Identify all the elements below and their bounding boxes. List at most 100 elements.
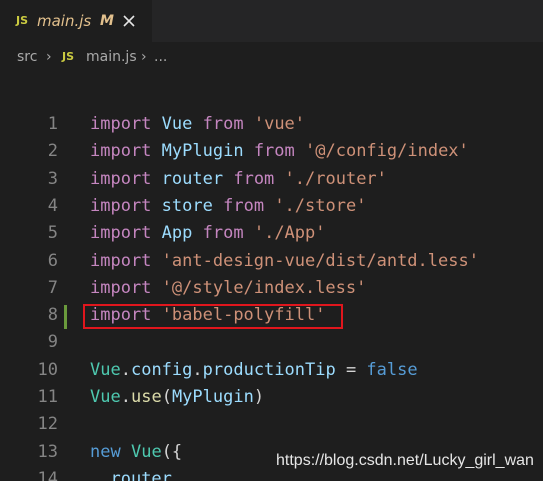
code-token: router [110,468,172,481]
highlight-box [83,304,343,329]
code-token: Vue [90,387,121,407]
line-number: 6 [47,250,58,271]
code-text: Vue.use(MyPlugin) [90,384,264,411]
code-token: MyPlugin [161,141,244,162]
code-token: import [90,114,152,134]
code-token: '@/style/index.less' [161,277,367,298]
code-line[interactable]: 5 import App from './App' [0,220,543,247]
code-line[interactable]: 3 import router from './router' [0,166,543,193]
code-token: false [366,359,418,380]
code-token: productionTip [202,359,336,380]
line-number: 12 [37,414,58,435]
code-editor[interactable]: 1 import Vue from 'vue' 2 import MyPlugin f… [0,0,543,481]
code-line[interactable]: 7 import '@/style/index.less' [0,275,543,302]
code-token: router [161,168,224,189]
code-token: from [202,223,244,244]
code-token: . [192,359,203,380]
code-token: import [90,195,152,216]
code-token: store [161,195,213,216]
code-token: ) [253,387,265,407]
line-number: 7 [47,277,58,298]
code-text: import store from './store' [90,193,366,220]
code-text: Vue.config.productionTip = false [90,357,418,384]
code-token: = [335,359,367,380]
code-token: from [202,114,244,134]
code-token: '@/config/index' [305,141,469,162]
line-number: 5 [47,223,58,244]
code-token: App [161,223,193,244]
code-token: 'vue' [253,114,306,134]
code-token: import [90,223,152,244]
code-text: import 'ant-design-vue/dist/antd.less' [90,248,479,275]
code-text: import App from './App' [90,220,326,247]
code-token: 'ant-design-vue/dist/antd.less' [161,250,479,271]
line-number: 9 [47,332,58,353]
line-number: 13 [37,441,58,462]
code-line[interactable]: 6 import 'ant-design-vue/dist/antd.less' [0,248,543,275]
code-token: import [90,141,152,162]
code-text: import '@/style/index.less' [90,275,366,302]
watermark: https://blog.csdn.net/Lucky_girl_wan [276,452,534,469]
code-text: new Vue({ [90,439,182,466]
line-number: 1 [47,114,58,134]
code-token: ({ [161,441,183,462]
code-token: MyPlugin [171,387,254,407]
code-token: import [90,168,152,189]
line-number: 3 [47,168,58,189]
code-token: Vue [90,359,121,380]
modified-line-indicator [64,305,67,329]
code-token: from [253,141,295,162]
code-token: import [90,250,152,271]
code-token: new [90,441,121,462]
line-number: 2 [47,141,58,162]
line-number: 11 [37,387,58,407]
code-token: use [130,387,162,407]
code-line[interactable]: 4 import store from './store' [0,193,543,220]
code-line[interactable]: 10 Vue.config.productionTip = false [0,357,543,384]
line-number: 4 [47,195,58,216]
code-token: . [120,387,131,407]
code-token: config [130,359,193,380]
line-number: 8 [47,305,58,326]
code-token: . [120,359,131,380]
code-text: import Vue from 'vue' [90,111,305,138]
code-text: import router from './router' [90,166,387,193]
code-token: Vue [161,114,193,134]
code-line[interactable]: 11 Vue.use(MyPlugin) [0,384,543,411]
code-token: , [171,468,183,481]
code-token: './router' [284,168,387,189]
code-line[interactable]: 1 import Vue from 'vue' [0,111,543,138]
line-number: 14 [37,468,58,481]
code-token: './App' [253,223,326,244]
code-text: router, [90,466,182,481]
code-token: Vue [130,441,162,462]
line-number: 10 [37,359,58,380]
code-token: './store' [274,195,367,216]
code-line[interactable]: 2 import MyPlugin from '@/config/index' [0,138,543,165]
code-token: ( [161,387,172,407]
code-line[interactable]: 12 [0,411,543,438]
code-text: import MyPlugin from '@/config/index' [90,138,469,165]
code-token: from [223,195,265,216]
code-token: import [90,277,152,298]
code-line[interactable]: 9 [0,329,543,356]
code-token: from [233,168,275,189]
